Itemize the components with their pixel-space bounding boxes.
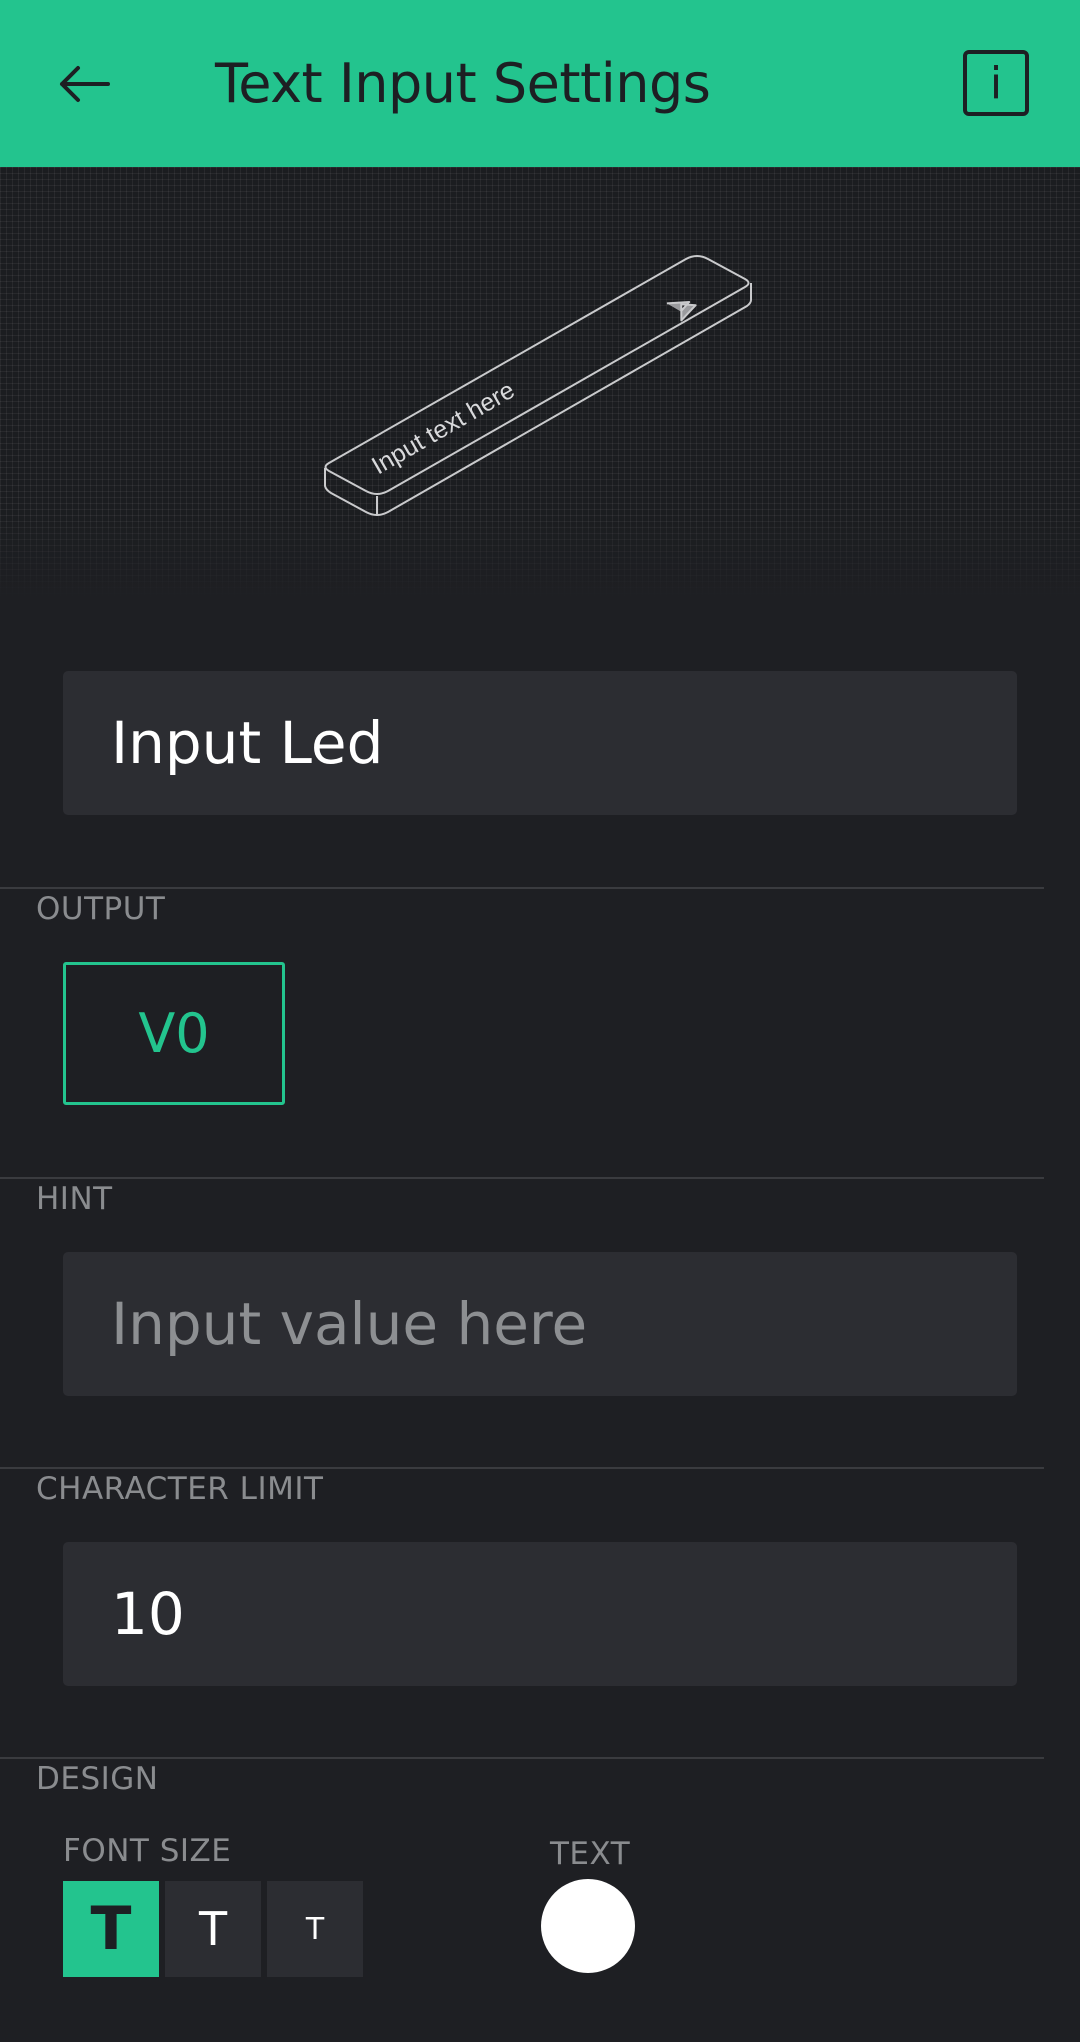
widget-preview: Input text here: [0, 167, 1080, 599]
character-limit-section-label: CHARACTER LIMIT: [36, 1471, 324, 1507]
page-title: Text Input Settings: [215, 52, 711, 115]
text-input-widget-illustration: Input text here: [324, 255, 752, 516]
send-arrow-icon: [666, 301, 697, 322]
output-pin-value: V0: [138, 1002, 210, 1065]
font-size-label: FONT SIZE: [63, 1833, 232, 1869]
info-icon: i: [989, 57, 1003, 109]
info-button[interactable]: i: [963, 50, 1029, 116]
app-bar: Text Input Settings i: [0, 0, 1080, 167]
font-size-small-glyph: T: [305, 1911, 325, 1947]
widget-name-field[interactable]: Input Led: [63, 671, 1017, 815]
output-pin-button[interactable]: V0: [63, 962, 285, 1105]
output-section-label: OUTPUT: [36, 891, 166, 927]
arrow-left-icon: [60, 66, 110, 102]
font-size-medium-glyph: T: [198, 1902, 228, 1956]
hint-input[interactable]: Input value here: [63, 1252, 1017, 1396]
character-limit-input[interactable]: 10: [63, 1542, 1017, 1686]
design-section-label: DESIGN: [36, 1761, 159, 1797]
font-size-medium-button[interactable]: T: [165, 1881, 261, 1977]
font-size-small-button[interactable]: T: [267, 1881, 363, 1977]
divider: [0, 887, 1044, 889]
divider: [0, 1467, 1044, 1469]
text-color-swatch[interactable]: [541, 1879, 635, 1973]
back-button[interactable]: [48, 44, 120, 124]
hint-section-label: HINT: [36, 1181, 113, 1217]
text-color-label: TEXT: [550, 1836, 631, 1872]
font-size-large-button[interactable]: T: [63, 1881, 159, 1977]
divider: [0, 1757, 1044, 1759]
font-size-large-glyph: T: [90, 1894, 132, 1964]
divider: [0, 1177, 1044, 1179]
